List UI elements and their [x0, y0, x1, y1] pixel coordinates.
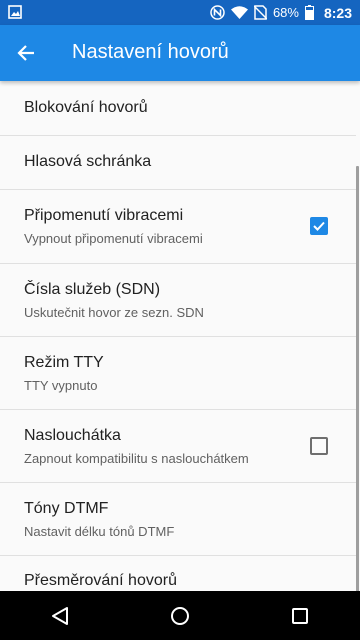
status-bar: 68% 8:23 [0, 0, 360, 25]
battery-percent: 68% [272, 5, 299, 20]
setting-title: Čísla služeb (SDN) [24, 281, 161, 298]
setting-summary: Zapnout kompatibilitu s naslouchátkem [24, 451, 249, 466]
setting-summary: Nastavit délku tónů DTMF [24, 524, 175, 539]
clock: 8:23 [323, 4, 352, 21]
setting-title: Režim TTY [24, 354, 104, 371]
setting-call-blocking[interactable]: Blokování hovorů [0, 81, 356, 136]
scrollbar[interactable] [356, 166, 359, 591]
nav-home-button[interactable] [156, 591, 204, 640]
hearing-aids-checkbox[interactable] [310, 437, 328, 455]
setting-title: Přesměrování hovorů [24, 572, 177, 589]
setting-hearing-aids[interactable]: Naslouchátka Zapnout kompatibilitu s nas… [0, 410, 356, 483]
back-button[interactable] [12, 39, 40, 67]
arrow-back-icon [17, 45, 34, 61]
wifi-icon [230, 6, 248, 19]
app-bar: Nastavení hovorů [0, 25, 360, 81]
nav-recents-button[interactable] [276, 591, 324, 640]
home-circle-icon [171, 606, 189, 625]
setting-title: Připomenutí vibracemi [24, 207, 184, 224]
setting-summary: Uskutečnit hovor ze sezn. SDN [24, 305, 204, 320]
setting-voicemail[interactable]: Hlasová schránka [0, 136, 356, 190]
setting-title: Naslouchátka [24, 427, 121, 444]
setting-title: Blokování hovorů [24, 99, 148, 116]
setting-title: Tóny DTMF [24, 500, 109, 517]
setting-sdn-numbers[interactable]: Čísla služeb (SDN) Uskutečnit hovor ze s… [0, 264, 356, 337]
vibrate-reminder-checkbox[interactable] [310, 217, 328, 235]
gallery-notification-icon [8, 5, 22, 19]
recents-square-icon [292, 607, 308, 624]
nav-back-button[interactable] [36, 591, 84, 640]
page-title: Nastavení hovorů [72, 41, 229, 63]
setting-vibrate-reminder[interactable]: Připomenutí vibracemi Vypnout připomenut… [0, 190, 356, 264]
check-icon [313, 221, 325, 231]
setting-dtmf-tones[interactable]: Tóny DTMF Nastavit délku tónů DTMF [0, 483, 356, 556]
navigation-bar [0, 591, 360, 640]
back-triangle-icon [52, 606, 68, 625]
setting-tty-mode[interactable]: Režim TTY TTY vypnuto [0, 337, 356, 410]
setting-title: Hlasová schránka [24, 153, 152, 170]
setting-summary: TTY vypnuto [24, 378, 98, 393]
nfc-icon [210, 5, 225, 20]
setting-call-forwarding[interactable]: Přesměrování hovorů [0, 556, 356, 591]
no-sim-icon [253, 5, 267, 20]
settings-list: Blokování hovorů Hlasová schránka Připom… [0, 81, 360, 591]
setting-summary: Vypnout připomenutí vibracemi [24, 231, 203, 246]
battery-icon [304, 5, 314, 20]
